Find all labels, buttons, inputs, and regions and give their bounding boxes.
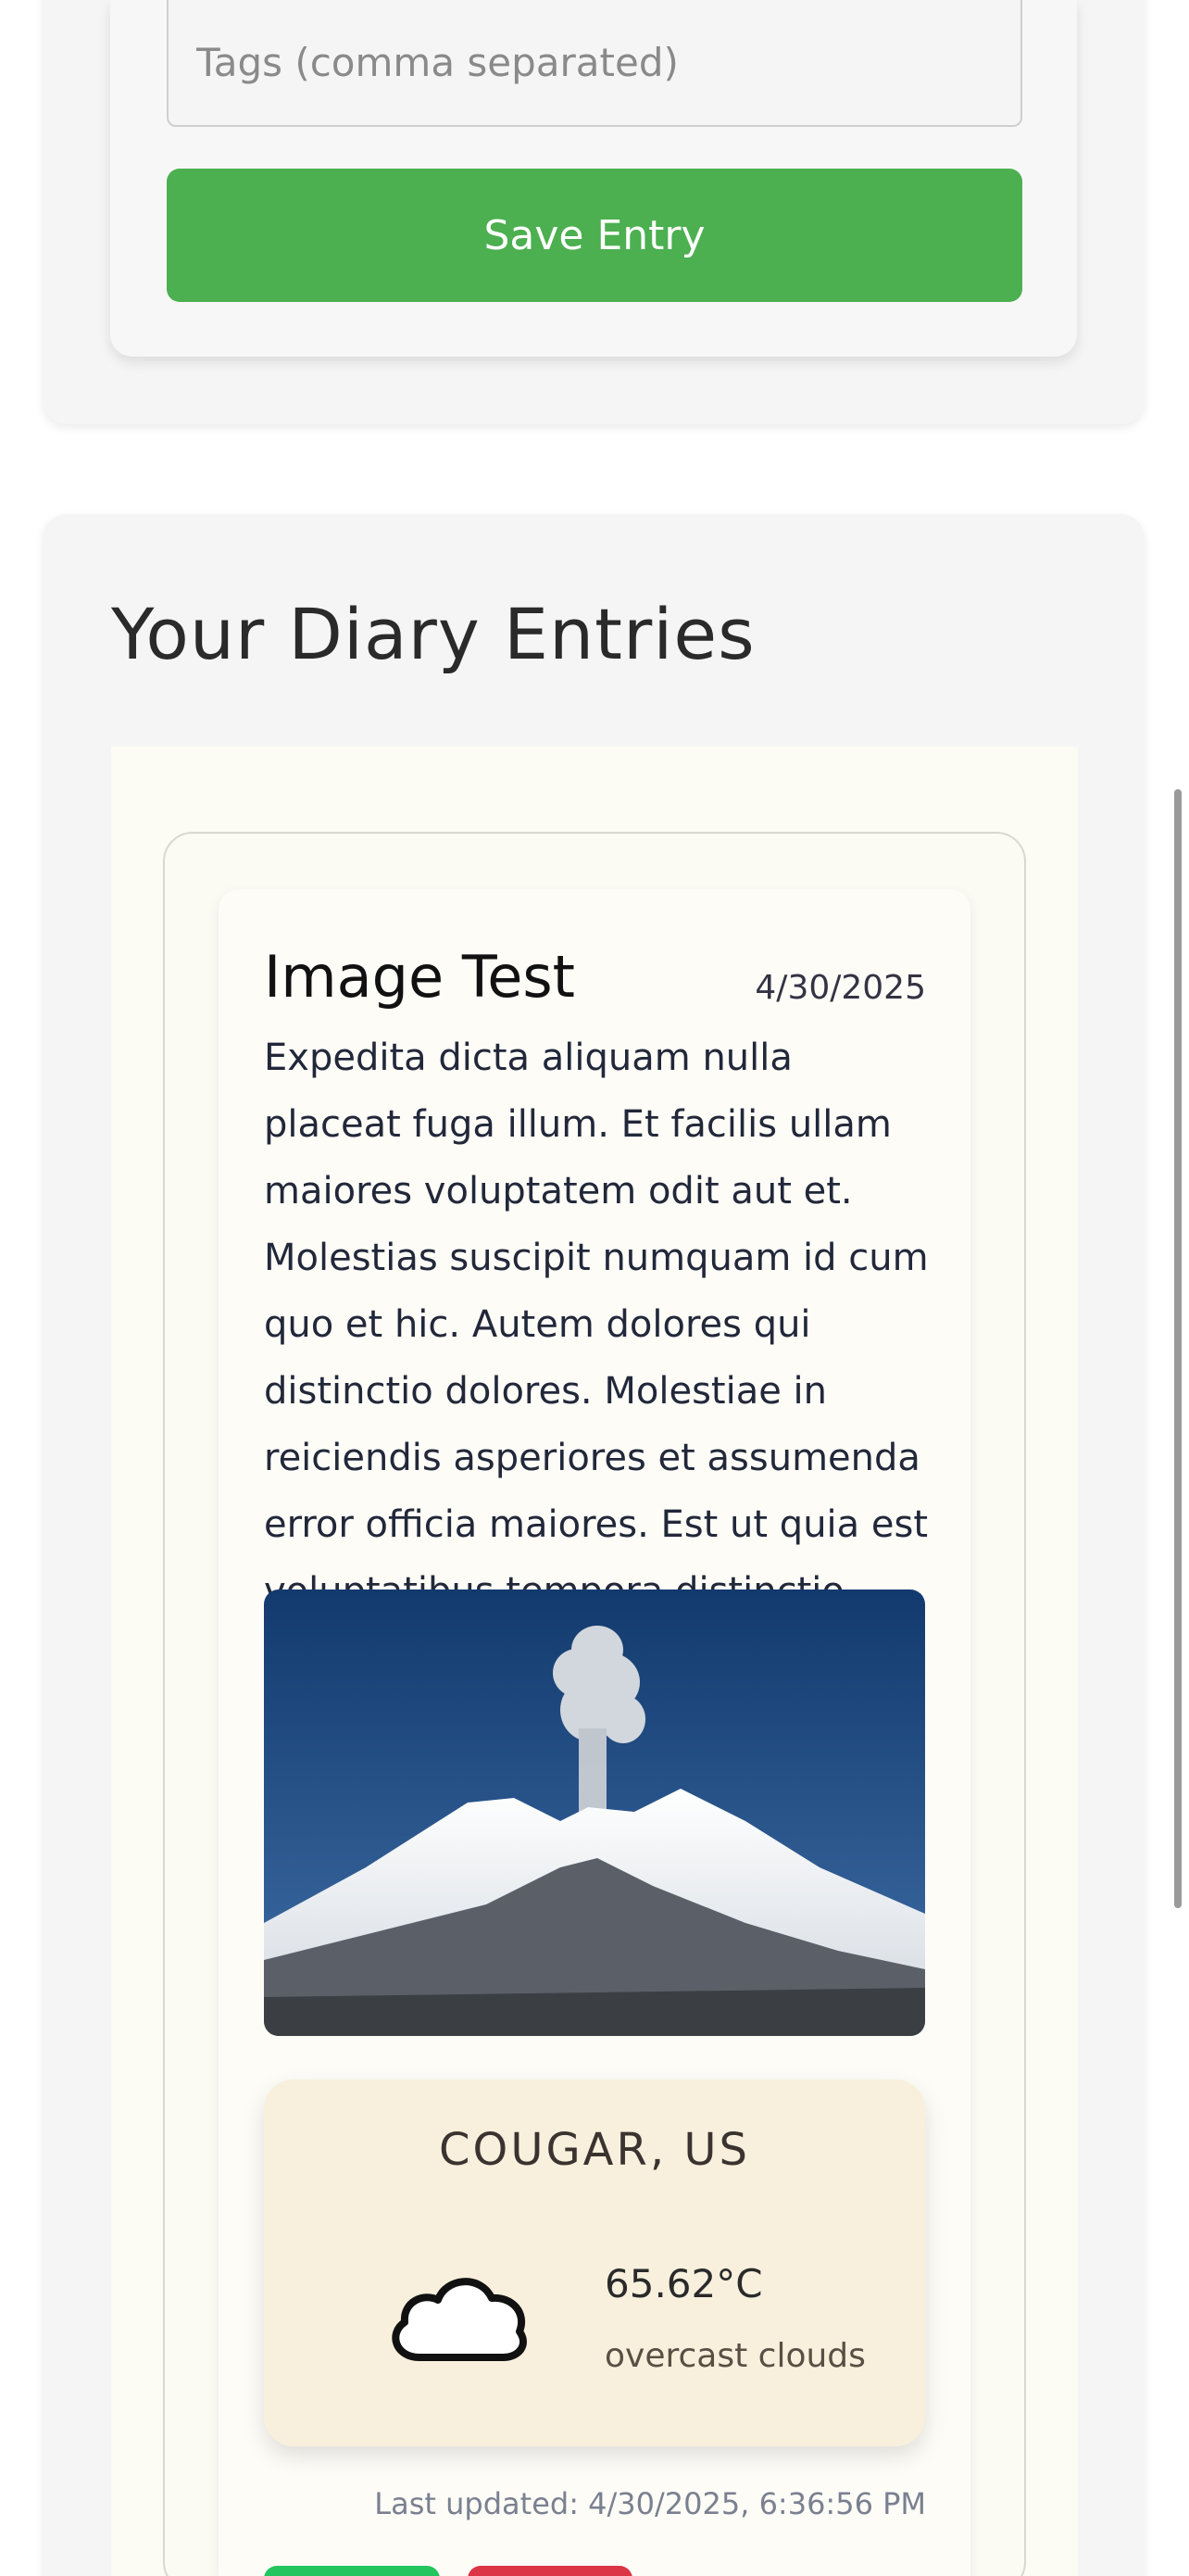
- volcano-photo-icon: [264, 1590, 925, 2036]
- save-entry-button[interactable]: Save Entry: [167, 169, 1022, 302]
- weather-description: overcast clouds: [605, 2337, 866, 2375]
- cloud-icon: [392, 2278, 527, 2361]
- scrollbar[interactable]: [1174, 789, 1182, 1908]
- entry-image: [264, 1590, 925, 2036]
- weather-card: COUGAR, US 65.62°C overcast clouds: [264, 2080, 925, 2446]
- tags-input[interactable]: [167, 0, 1022, 127]
- delete-entry-button[interactable]: [468, 2566, 632, 2576]
- entries-section-title: Your Diary Entries: [111, 593, 756, 675]
- edit-entry-button[interactable]: [264, 2566, 440, 2576]
- weather-location: COUGAR, US: [439, 2124, 750, 2176]
- weather-temperature: 65.62°C: [605, 2261, 763, 2306]
- entry-title: Image Test: [264, 943, 575, 1011]
- entry-date: 4/30/2025: [755, 969, 926, 1007]
- last-updated-text: Last updated: 4/30/2025, 6:36:56 PM: [374, 2486, 926, 2521]
